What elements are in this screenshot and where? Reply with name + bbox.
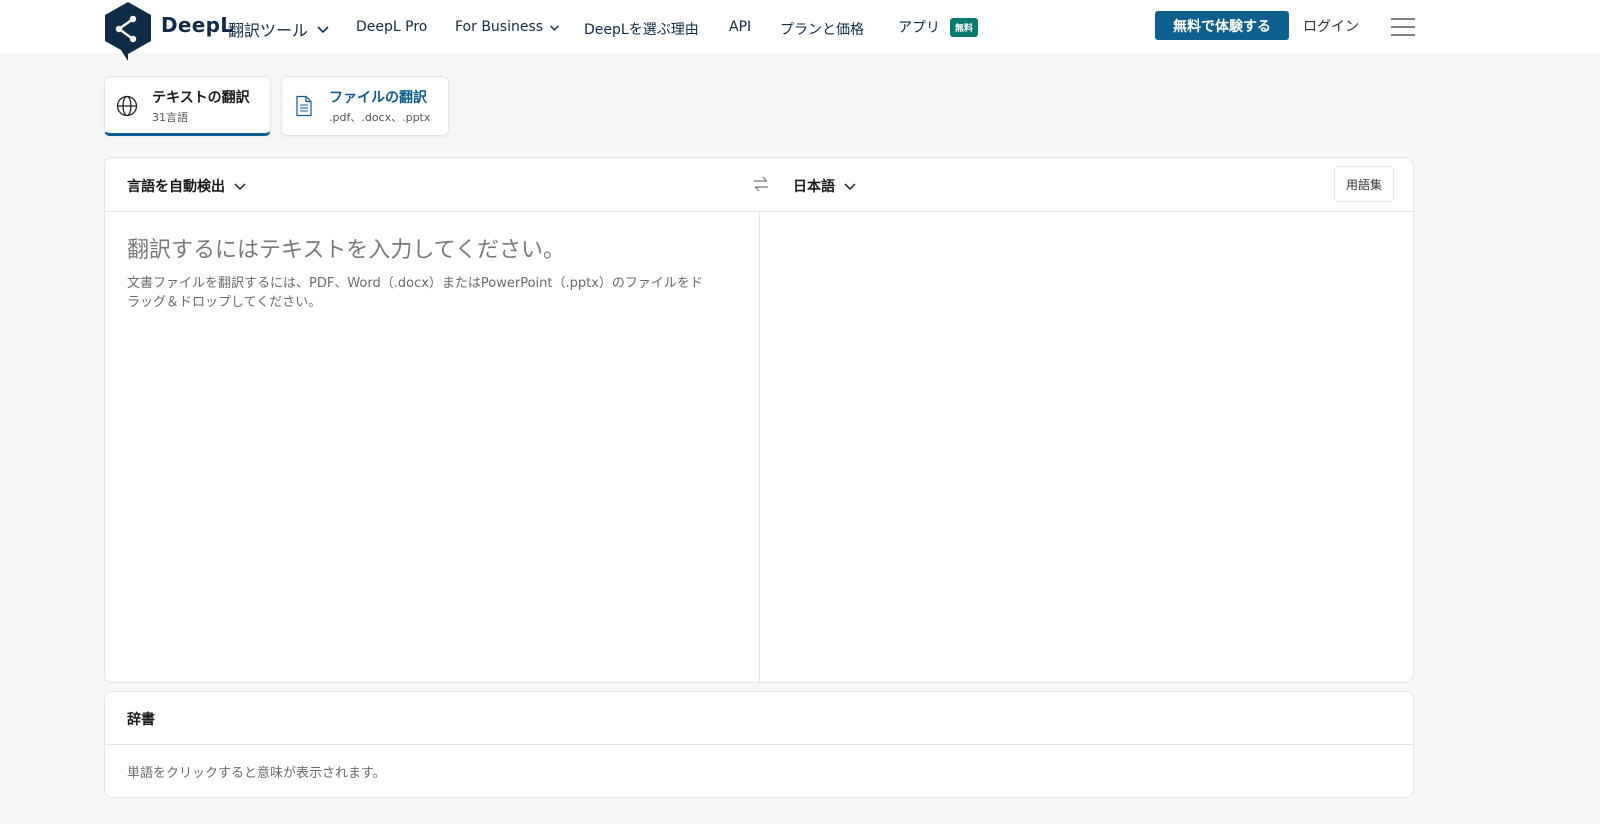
product-menu[interactable]: 翻訳ツール	[228, 17, 330, 41]
target-language-label: 日本語	[793, 179, 835, 195]
brand-name[interactable]: DeepL	[161, 13, 233, 37]
file-drop-hint: 文書ファイルを翻訳するには、PDF、Word（.docx）またはPowerPoi…	[127, 276, 703, 310]
nav-deepl-pro[interactable]: DeepL Pro	[356, 19, 427, 35]
swap-languages-icon[interactable]	[751, 174, 771, 194]
source-placeholder: 翻訳するにはテキストを入力してください。	[127, 238, 566, 263]
tab-text-translation[interactable]: テキストの翻訳 31言語	[104, 76, 271, 136]
dictionary-header: 辞書	[105, 692, 1413, 745]
free-trial-button[interactable]: 無料で体験する	[1155, 11, 1289, 40]
document-icon	[296, 95, 312, 117]
dictionary-hint: 単語をクリックすると意味が表示されます。	[127, 766, 386, 781]
tab-file-translation[interactable]: ファイルの翻訳 .pdf、.docx、.pptx	[281, 76, 449, 136]
login-link[interactable]: ログイン	[1303, 16, 1359, 36]
tab-subtitle: .pdf、.docx、.pptx	[329, 111, 431, 124]
chevron-down-icon	[317, 26, 329, 34]
nav-label: プランと価格	[780, 22, 864, 38]
chevron-down-icon	[844, 183, 856, 191]
globe-icon	[116, 95, 138, 117]
target-text-output[interactable]	[761, 214, 1413, 682]
panel-divider	[759, 212, 760, 682]
source-language-label: 言語を自動検出	[127, 179, 225, 195]
hamburger-menu-icon[interactable]	[1390, 18, 1416, 36]
translator-panel: 言語を自動検出 日本語 用語集 翻訳するにはテキストを入力してください。 文書フ…	[104, 157, 1414, 683]
nav-apps[interactable]: アプリ 無料	[898, 17, 979, 37]
nav-label: For Business	[455, 19, 544, 35]
tab-subtitle: 31言語	[152, 111, 188, 124]
source-text-input[interactable]: 翻訳するにはテキストを入力してください。 文書ファイルを翻訳するには、PDF、W…	[127, 232, 727, 312]
target-language-select[interactable]: 日本語	[793, 176, 857, 196]
dictionary-panel: 辞書 単語をクリックすると意味が表示されます。	[104, 691, 1414, 798]
tab-title: ファイルの翻訳	[329, 90, 427, 106]
deepl-logo-icon[interactable]	[103, 1, 153, 61]
glossary-button[interactable]: 用語集	[1334, 166, 1394, 202]
chevron-down-icon	[550, 24, 559, 31]
nav-label: DeepL Pro	[356, 19, 428, 35]
nav-pricing[interactable]: プランと価格	[780, 19, 864, 39]
source-language-select[interactable]: 言語を自動検出	[127, 176, 247, 196]
nav-for-business[interactable]: For Business	[455, 19, 560, 35]
nav-label: API	[729, 19, 752, 35]
tab-title: テキストの翻訳	[152, 90, 250, 106]
nav-why-deepl[interactable]: DeepLを選ぶ理由	[584, 19, 699, 39]
nav-label: アプリ	[898, 20, 940, 36]
top-header: DeepL 翻訳ツール DeepL Pro For Business DeepL…	[0, 0, 1600, 61]
product-label: 翻訳ツール	[228, 21, 309, 40]
dictionary-title: 辞書	[127, 712, 155, 728]
nav-label: DeepLを選ぶ理由	[584, 22, 699, 38]
chevron-down-icon	[234, 183, 246, 191]
language-bar: 言語を自動検出 日本語 用語集	[105, 158, 1413, 212]
free-badge: 無料	[950, 17, 979, 37]
nav-api[interactable]: API	[729, 19, 751, 35]
